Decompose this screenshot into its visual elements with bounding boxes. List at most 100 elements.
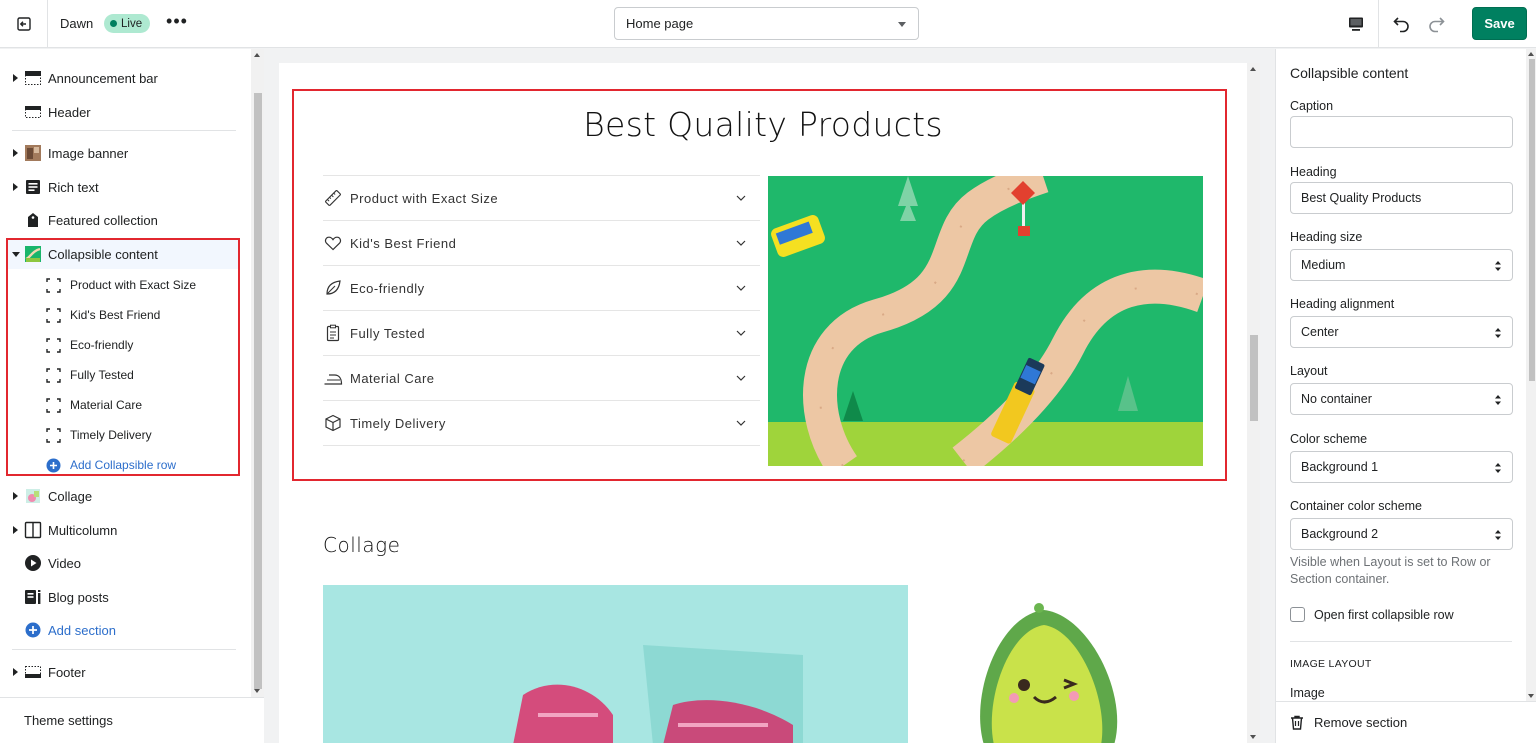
accordion-row[interactable]: Kid's Best Friend [323, 220, 760, 265]
checkbox[interactable] [1290, 607, 1305, 622]
accordion-row[interactable]: Product with Exact Size [323, 175, 760, 220]
add-section-label: Add section [48, 622, 116, 638]
plus-circle-icon [46, 458, 61, 472]
redo-button[interactable] [1424, 12, 1448, 36]
top-bar: Dawn Live ••• Home page Save [0, 0, 1536, 48]
accordion-label: Eco-friendly [350, 280, 425, 296]
block-icon [46, 337, 61, 353]
accordion-row[interactable]: Material Care [323, 355, 760, 400]
open-first-row-checkbox[interactable]: Open first collapsible row [1290, 607, 1454, 622]
settings-scrollbar[interactable] [1526, 49, 1536, 701]
caption-input[interactable] [1290, 116, 1513, 148]
heading-alignment-value: Center [1301, 325, 1339, 339]
sub-item-timely-delivery[interactable]: Timely Delivery [0, 420, 240, 450]
sidebar-scrollbar[interactable] [251, 49, 264, 697]
sub-item-material-care[interactable]: Material Care [0, 390, 240, 420]
accordion-row[interactable]: Timely Delivery [323, 400, 760, 445]
scrollbar-thumb[interactable] [1529, 59, 1535, 381]
sidebar-item-label: Header [48, 104, 91, 120]
color-scheme-value: Background 1 [1301, 460, 1379, 474]
live-badge-label: Live [121, 17, 143, 30]
sidebar-item-multicolumn[interactable]: Multicolumn [0, 515, 250, 545]
sidebar-item-label: Image banner [48, 145, 129, 161]
sub-item-eco-friendly[interactable]: Eco-friendly [0, 330, 240, 360]
sub-item-product-exact-size[interactable]: Product with Exact Size [0, 270, 240, 300]
sidebar-divider [12, 130, 236, 131]
scrollbar-thumb[interactable] [254, 93, 262, 689]
sub-item-label: Timely Delivery [70, 428, 152, 442]
layout-select[interactable]: No container [1290, 383, 1513, 415]
undo-icon [1393, 17, 1409, 33]
sidebar-item-announcement-bar[interactable]: Announcement bar [0, 63, 250, 93]
sections-sidebar: Announcement bar Header Image banner Ric… [0, 49, 264, 743]
expand-arrow-icon[interactable] [13, 526, 18, 534]
sidebar-item-featured-collection[interactable]: Featured collection [0, 205, 250, 235]
collapse-arrow-icon[interactable] [12, 251, 20, 257]
scroll-down-icon[interactable] [1528, 694, 1534, 698]
sidebar-item-rich-text[interactable]: Rich text [0, 172, 250, 202]
expand-arrow-icon[interactable] [13, 668, 18, 676]
iron-icon [323, 368, 343, 388]
scroll-up-icon[interactable] [1250, 67, 1256, 71]
scroll-down-icon[interactable] [1250, 735, 1256, 739]
settings-title: Collapsible content [1290, 65, 1409, 81]
sidebar-item-blog-posts[interactable]: Blog posts [0, 582, 250, 612]
sidebar-item-image-banner[interactable]: Image banner [0, 138, 250, 168]
remove-section-label: Remove section [1314, 715, 1408, 730]
add-section-button[interactable]: Add section [0, 615, 250, 645]
scrollbar-thumb[interactable] [1250, 335, 1258, 421]
heading-alignment-select[interactable]: Center [1290, 316, 1513, 348]
sub-item-label: Kid's Best Friend [70, 308, 161, 322]
more-actions-button[interactable]: ••• [166, 10, 188, 36]
expand-arrow-icon[interactable] [13, 492, 18, 500]
save-button[interactable]: Save [1472, 7, 1527, 40]
sidebar-item-collapsible-content[interactable]: Collapsible content [0, 239, 250, 269]
expand-arrow-icon[interactable] [13, 74, 18, 82]
undo-button[interactable] [1390, 12, 1414, 36]
device-preview-button[interactable] [1334, 0, 1379, 48]
add-collapsible-row-button[interactable]: Add Collapsible row [0, 450, 240, 480]
theme-settings-button[interactable]: Theme settings [0, 697, 264, 743]
scroll-down-icon[interactable] [254, 689, 260, 693]
sub-item-label: Eco-friendly [70, 338, 134, 352]
page-selector[interactable]: Home page [614, 7, 919, 40]
sidebar-item-video[interactable]: Video [0, 548, 250, 578]
sidebar-item-collage[interactable]: Collage [0, 481, 250, 511]
sidebar-item-header[interactable]: Header [0, 97, 250, 127]
sub-item-kids-best-friend[interactable]: Kid's Best Friend [0, 300, 240, 330]
live-dot-icon [110, 20, 117, 27]
sub-item-fully-tested[interactable]: Fully Tested [0, 360, 240, 390]
accordion-row[interactable]: Eco-friendly [323, 265, 760, 310]
chevron-down-icon [736, 375, 746, 381]
preview-scrollbar[interactable] [1247, 63, 1260, 743]
exit-button[interactable] [0, 0, 48, 48]
select-arrows-icon [1495, 530, 1501, 540]
toy-train-track-image [768, 176, 1203, 466]
scroll-up-icon[interactable] [1528, 52, 1534, 56]
block-icon [46, 427, 61, 443]
select-arrows-icon [1495, 261, 1501, 271]
color-scheme-select[interactable]: Background 1 [1290, 451, 1513, 483]
accordion-label: Fully Tested [350, 325, 426, 341]
chevron-down-icon [736, 240, 746, 246]
heading-input[interactable]: Best Quality Products [1290, 182, 1513, 214]
store-preview[interactable]: Best Quality Products Product with Exact… [279, 63, 1247, 743]
sidebar-item-label: Featured collection [48, 212, 158, 228]
plus-circle-icon [24, 621, 42, 639]
accordion-row[interactable]: Fully Tested [323, 310, 760, 355]
remove-section-button[interactable]: Remove section [1276, 701, 1536, 743]
sections-list: Announcement bar Header Image banner Ric… [0, 49, 250, 697]
heading-size-select[interactable]: Medium [1290, 249, 1513, 281]
scroll-up-icon[interactable] [254, 53, 260, 57]
heading-size-value: Medium [1301, 258, 1346, 272]
sub-item-label: Material Care [70, 398, 143, 412]
tag-icon [24, 211, 42, 229]
announcement-bar-icon [24, 69, 42, 87]
sidebar-item-footer[interactable]: Footer [0, 657, 250, 687]
expand-arrow-icon[interactable] [13, 183, 18, 191]
settings-scroll-area: Collapsible content Caption Heading Best… [1276, 49, 1536, 701]
expand-arrow-icon[interactable] [13, 149, 18, 157]
sidebar-item-label: Collage [48, 488, 93, 504]
container-color-select[interactable]: Background 2 [1290, 518, 1513, 550]
sub-item-label: Product with Exact Size [70, 278, 197, 292]
